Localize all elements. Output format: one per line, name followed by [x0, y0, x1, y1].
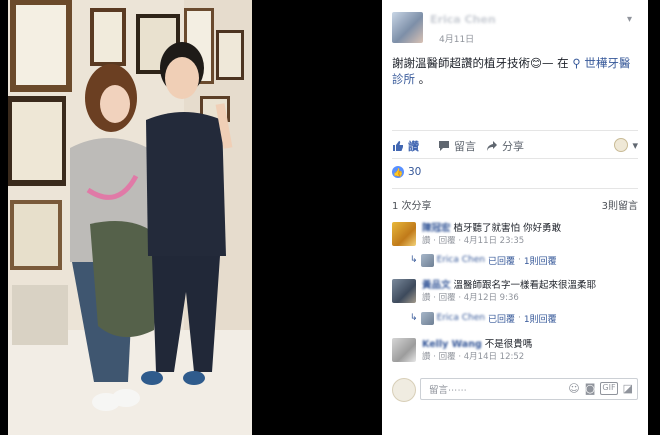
comment-icon — [439, 141, 449, 151]
post-as-selector[interactable]: ▾ — [614, 138, 638, 152]
post-photo[interactable] — [8, 0, 252, 435]
reply-count: 1則回覆 — [523, 256, 557, 267]
reply-summary[interactable]: ↳ Erica Chen 已回覆 · 1則回覆 — [410, 253, 630, 267]
replied-label: 已回覆 — [488, 256, 516, 267]
post-date[interactable]: 4月11日 — [439, 32, 474, 45]
commenter-avatar[interactable] — [392, 338, 416, 362]
comment-like-link[interactable]: 讚 — [422, 352, 431, 362]
gif-icon[interactable]: GIF — [600, 382, 618, 395]
comment-time[interactable]: 4月11日 23:35 — [464, 236, 524, 246]
comment-label: 留言 — [454, 140, 476, 153]
comment-body: Kelly Wang 不是很貴嗎 讚 · 回覆 · 4月14日 12:52 — [422, 338, 636, 364]
reply-summary[interactable]: ↳ Erica Chen 已回覆 · 1則回覆 — [410, 311, 630, 325]
thumbs-up-icon — [393, 141, 403, 151]
comment-button[interactable]: 留言 — [438, 138, 476, 154]
commenter-avatar[interactable] — [392, 279, 416, 303]
replier-name: Erica Chen — [436, 313, 485, 323]
author-avatar[interactable] — [392, 12, 423, 43]
reply-arrow-icon: ↳ — [410, 255, 418, 265]
location-pin-icon: ⚲ — [572, 56, 581, 70]
page-avatar — [392, 378, 416, 402]
like-button[interactable]: 讚 — [392, 138, 419, 154]
camera-icon[interactable]: ◙ — [585, 382, 596, 395]
dot-separator: · — [518, 255, 521, 265]
reply-count: 1則回覆 — [523, 314, 557, 325]
divider — [392, 158, 638, 159]
commenter-avatar[interactable] — [392, 222, 416, 246]
comment-meta: 讚 · 回覆 · 4月14日 12:52 — [422, 352, 525, 362]
composer-icons: ☺ ◙ GIF ◪ — [568, 382, 633, 395]
comment-input[interactable] — [427, 382, 561, 398]
share-comment-counts: 1 次分享 3則留言 — [392, 197, 638, 212]
comment-text: 溫醫師跟名字一樣看起來很溫柔耶 — [453, 280, 597, 291]
comment-like-link[interactable]: 讚 — [422, 236, 431, 246]
share-label: 分享 — [502, 140, 524, 153]
commenter-name[interactable]: 陳冠宏 — [422, 223, 451, 234]
replier-avatar — [420, 253, 434, 267]
reactions-summary[interactable]: 👍 30 — [392, 166, 421, 178]
photo-illustration — [8, 0, 252, 435]
replier-avatar — [420, 311, 434, 325]
chevron-down-icon[interactable]: ▾ — [627, 14, 632, 25]
like-reaction-icon: 👍 — [392, 166, 404, 178]
post-text-end: 。 — [418, 72, 431, 86]
comment-time[interactable]: 4月12日 9:36 — [464, 293, 519, 303]
comment-meta: 讚 · 回覆 · 4月11日 23:35 — [422, 236, 525, 246]
comment-time[interactable]: 4月14日 12:52 — [464, 352, 524, 362]
share-button[interactable]: 分享 — [486, 138, 524, 154]
author-name[interactable]: Erica Chen — [430, 13, 496, 26]
divider — [392, 130, 638, 131]
post-text-main: 謝謝溫醫師超讚的植牙技術😊— 在 — [392, 56, 569, 70]
chevron-down-icon: ▾ — [632, 138, 638, 152]
emoji-icon[interactable]: ☺ — [568, 382, 579, 395]
replied-label: 已回覆 — [488, 314, 516, 325]
comment-item: Kelly Wang 不是很貴嗎 讚 · 回覆 · 4月14日 12:52 — [392, 338, 638, 368]
sticker-icon[interactable]: ◪ — [623, 382, 633, 395]
commenter-name[interactable]: 黃品文 — [422, 280, 451, 291]
divider — [392, 188, 638, 189]
reaction-count: 30 — [408, 166, 422, 178]
commenter-name[interactable]: Kelly Wang — [422, 339, 482, 350]
comment-reply-link[interactable]: 回覆 — [439, 236, 456, 246]
comment-meta: 讚 · 回覆 · 4月12日 9:36 — [422, 293, 519, 303]
dot-separator: · — [518, 313, 521, 323]
comment-text: 不是很貴嗎 — [484, 339, 533, 350]
comment-input-box[interactable]: ☺ ◙ GIF ◪ — [420, 378, 638, 400]
comment-count[interactable]: 3則留言 — [602, 197, 638, 212]
comment-like-link[interactable]: 讚 — [422, 293, 431, 303]
comment-body: 黃品文 溫醫師跟名字一樣看起來很溫柔耶 讚 · 回覆 · 4月12日 9:36 — [422, 279, 636, 305]
post-header: Erica Chen 4月11日 ▾ — [392, 12, 638, 46]
post-panel: Erica Chen 4月11日 ▾ 謝謝溫醫師超讚的植牙技術😊— 在 ⚲ 世樺… — [382, 0, 648, 435]
like-label: 讚 — [408, 140, 419, 153]
comment-reply-link[interactable]: 回覆 — [439, 293, 456, 303]
page-avatar-icon — [614, 138, 629, 152]
reply-arrow-icon: ↳ — [410, 313, 418, 323]
comment-text: 植牙聽了就害怕 你好勇敢 — [453, 223, 562, 234]
action-bar: 讚 留言 分享 ▾ — [392, 138, 638, 154]
share-icon — [487, 141, 497, 151]
post-text: 謝謝溫醫師超讚的植牙技術😊— 在 ⚲ 世樺牙醫診所 。 — [392, 55, 640, 87]
share-count[interactable]: 1 次分享 — [392, 201, 432, 212]
comment-reply-link[interactable]: 回覆 — [439, 352, 456, 362]
comment-composer: ☺ ◙ GIF ◪ — [392, 378, 638, 402]
replier-name: Erica Chen — [436, 255, 485, 265]
comment-body: 陳冠宏 植牙聽了就害怕 你好勇敢 讚 · 回覆 · 4月11日 23:35 — [422, 222, 636, 248]
